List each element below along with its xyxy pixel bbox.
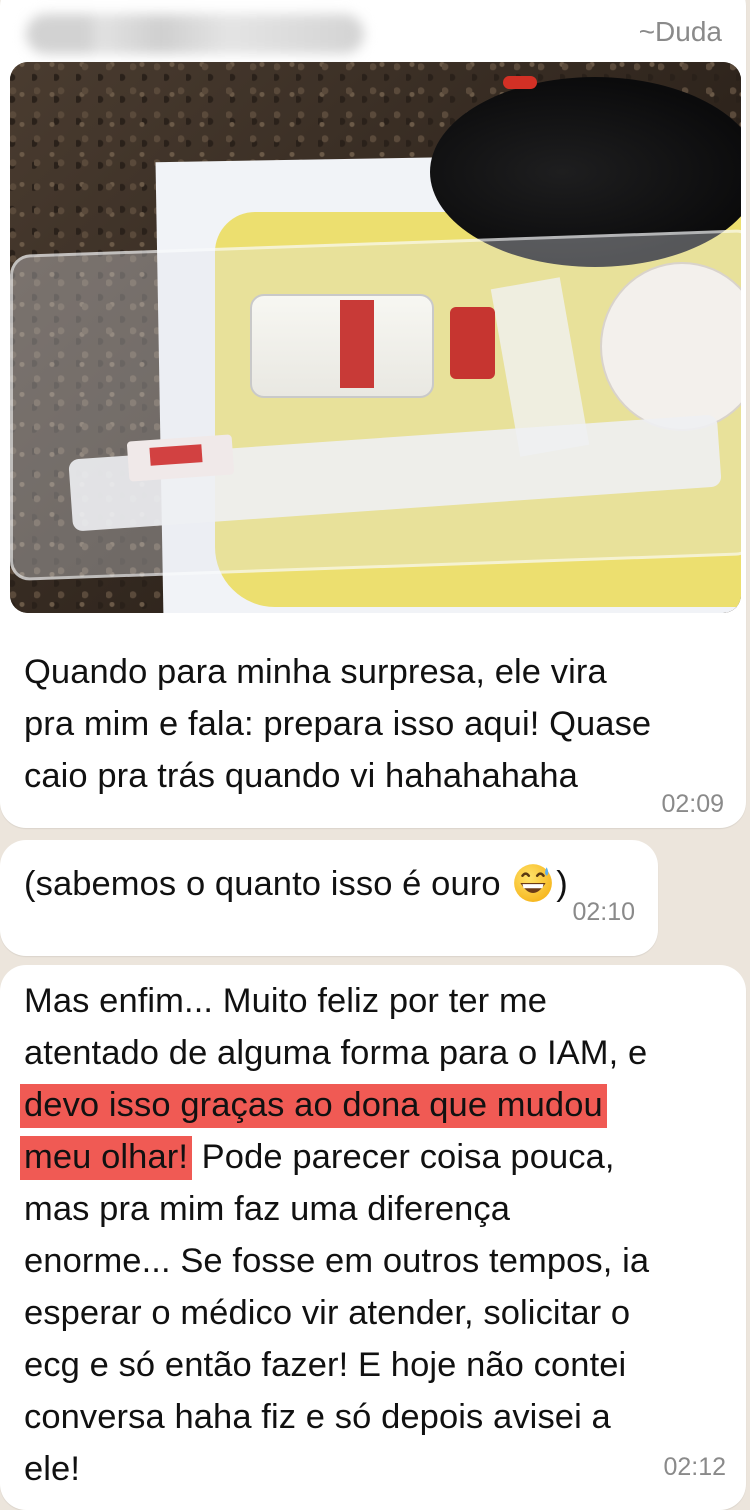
message-text: Mas enfim... Muito feliz por ter me aten… — [20, 975, 650, 1495]
grinning-face-with-sweat-icon — [514, 864, 553, 902]
message-bubble-1[interactable]: ~Duda Quando para minha surpresa, ele vi… — [0, 0, 746, 828]
message-text-part: (sabemos o quanto isso é ouro — [24, 865, 511, 903]
message-text-part: Pode parecer coisa pouca, mas pra mim fa… — [24, 1138, 650, 1488]
photo-vial-label-stripe — [340, 300, 374, 388]
message-text-part: ) — [556, 865, 568, 903]
message-text-part: Mas enfim... Muito feliz por ter me aten… — [24, 982, 648, 1072]
photo-syringe-mark — [149, 444, 203, 466]
message-text: (sabemos o quanto isso é ouro ) — [24, 858, 568, 910]
message-bubble-2[interactable]: (sabemos o quanto isso é ouro ) 02:10 — [0, 840, 658, 956]
message-text: Quando para minha surpresa, ele vira pra… — [24, 653, 652, 795]
message-bubble-3[interactable]: Mas enfim... Muito feliz por ter me aten… — [0, 965, 746, 1510]
message-time: 02:12 — [663, 1453, 726, 1481]
message-photo[interactable] — [10, 62, 741, 613]
highlighted-text: devo isso graças ao dona que mudou — [20, 1084, 607, 1128]
message-time: 02:09 — [661, 790, 724, 818]
sender-phone-blurred[interactable] — [26, 14, 364, 54]
photo-vial-cap — [450, 307, 495, 379]
message-time: 02:10 — [572, 898, 635, 926]
highlighted-text: meu olhar! — [20, 1136, 192, 1180]
photo-mouse-accent — [503, 76, 537, 89]
sender-name[interactable]: ~Duda — [639, 16, 722, 48]
